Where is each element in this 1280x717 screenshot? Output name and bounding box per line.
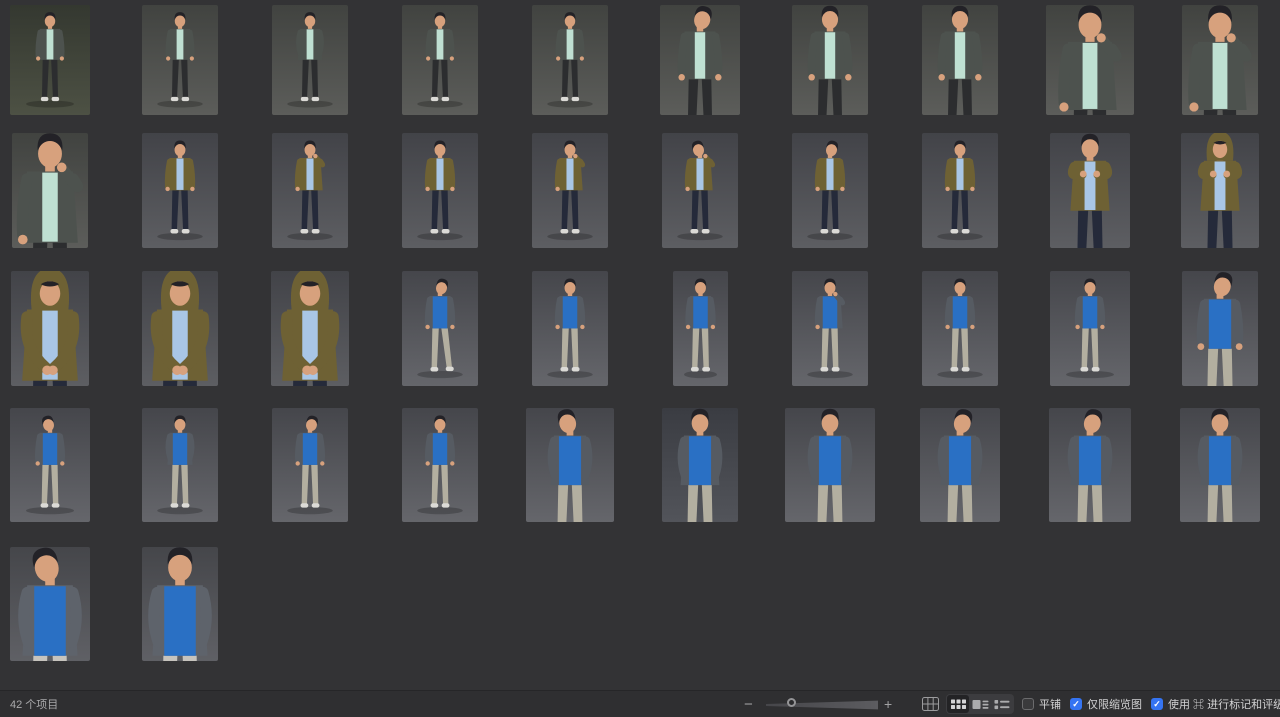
photo-thumbnail[interactable] [1182,271,1258,386]
photo-thumbnail[interactable] [922,133,998,248]
grid-small-icon [922,697,939,711]
gallery-view-button[interactable] [969,695,991,713]
zoom-in-button[interactable]: + [884,691,892,717]
photo-thumbnail[interactable] [922,271,998,386]
photo-thumbnail[interactable] [792,133,868,248]
photo-thumbnail[interactable] [142,271,218,386]
grid-small-view-button[interactable] [918,691,942,717]
zoom-out-button[interactable]: − [744,691,753,717]
photo-thumbnail[interactable] [402,133,478,248]
photo-thumbnail[interactable] [660,5,740,115]
photo-thumbnail[interactable] [922,5,998,115]
photo-thumbnail[interactable] [1182,5,1258,115]
checkbox-cmd-mark-rate-box[interactable] [1151,698,1163,710]
photo-thumbnail[interactable] [920,408,1000,522]
thumbnail-size-track[interactable] [766,700,878,710]
photo-thumbnail[interactable] [792,271,868,386]
photo-thumbnail[interactable] [1181,133,1259,248]
photo-thumbnail[interactable] [12,133,88,248]
photo-thumbnail[interactable] [526,408,614,522]
photo-thumbnail[interactable] [402,5,478,115]
list-view-icon [994,698,1010,711]
photo-thumbnail[interactable] [1180,408,1260,522]
thumbnail-grid [0,0,1280,690]
photo-thumbnail[interactable] [532,133,608,248]
photo-thumbnail[interactable] [785,408,875,522]
photo-thumbnail[interactable] [1049,408,1131,522]
photo-thumbnail[interactable] [271,271,349,386]
icon-grid-view-button[interactable] [947,695,969,713]
photo-thumbnail[interactable] [792,5,868,115]
checkbox-thumbnails-only-box[interactable] [1070,698,1082,710]
photo-thumbnail[interactable] [1046,5,1134,115]
photo-thumbnail[interactable] [10,547,90,661]
photo-thumbnail[interactable] [673,271,728,386]
photo-thumbnail[interactable] [532,271,608,386]
photo-thumbnail[interactable] [402,271,478,386]
status-bar: 42 个项目 − + [0,690,1280,717]
checkbox-cmd-mark-rate[interactable]: 使用 ⌘ 进行标记和评级 [1151,696,1280,712]
photo-thumbnail[interactable] [272,408,348,522]
checkbox-tile[interactable]: 平铺 [1022,696,1061,712]
photo-thumbnail[interactable] [402,408,478,522]
option-checkboxes: 平铺 仅限缩览图 使用 ⌘ 进行标记和评级 [1022,691,1280,717]
thumbnail-size-slider[interactable] [787,698,796,707]
checkbox-thumbnails-only-label: 仅限缩览图 [1087,696,1142,712]
photo-thumbnail[interactable] [662,408,738,522]
photo-thumbnail[interactable] [11,271,89,386]
gallery-view-icon [972,698,989,711]
photo-thumbnail[interactable] [142,133,218,248]
photo-thumbnail[interactable] [142,547,218,661]
photo-thumbnail[interactable] [532,5,608,115]
photo-thumbnail[interactable] [10,408,90,522]
photo-thumbnail[interactable] [662,133,738,248]
checkbox-thumbnails-only[interactable]: 仅限缩览图 [1070,696,1142,712]
grid-view-icon [951,698,966,711]
photo-thumbnail[interactable] [142,5,218,115]
photo-thumbnail[interactable] [10,5,90,115]
item-count-label: 42 个项目 [10,691,58,717]
photo-thumbnail[interactable] [1050,133,1130,248]
checkbox-tile-label: 平铺 [1039,696,1061,712]
photo-thumbnail[interactable] [1050,271,1130,386]
photo-thumbnail[interactable] [272,133,348,248]
view-mode-segmented-control [946,694,1014,714]
checkbox-tile-box[interactable] [1022,698,1034,710]
photo-thumbnail[interactable] [142,408,218,522]
photo-thumbnail[interactable] [272,5,348,115]
list-view-button[interactable] [991,695,1013,713]
checkbox-cmd-mark-rate-label: 使用 ⌘ 进行标记和评级 [1168,696,1280,712]
